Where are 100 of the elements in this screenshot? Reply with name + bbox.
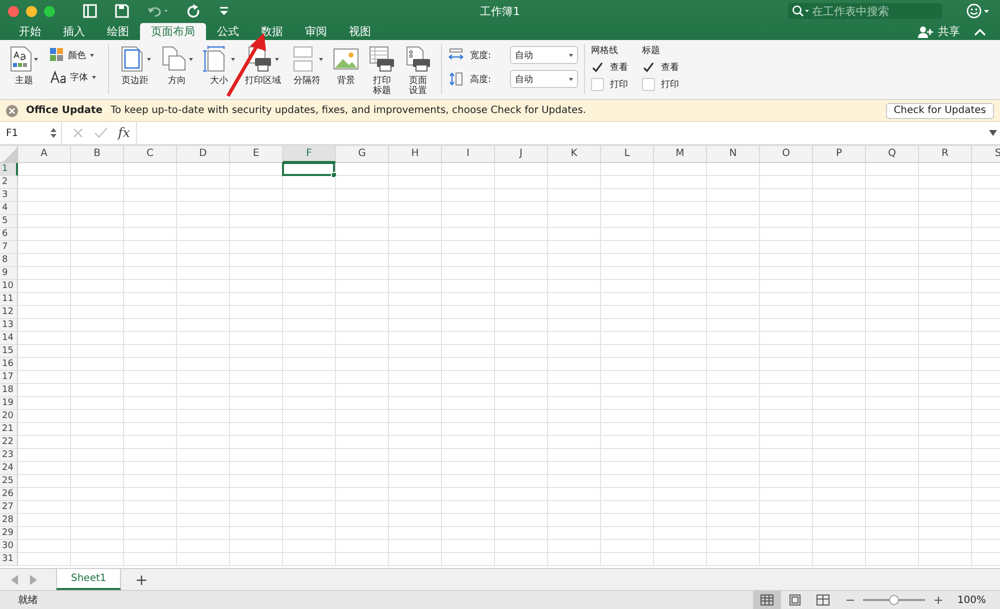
- undo-icon[interactable]: [147, 4, 169, 18]
- print-titles-button[interactable]: 打印标题: [365, 44, 399, 96]
- column-header[interactable]: I: [442, 146, 495, 163]
- column-header[interactable]: Q: [866, 146, 919, 163]
- row-header[interactable]: 26: [0, 488, 18, 501]
- row-header[interactable]: 6: [0, 228, 18, 241]
- ribbon-tab[interactable]: 视图: [338, 23, 382, 40]
- ribbon-tab[interactable]: 插入: [52, 23, 96, 40]
- insert-function-button[interactable]: fx: [118, 126, 130, 140]
- column-header[interactable]: K: [548, 146, 601, 163]
- row-header[interactable]: 17: [0, 371, 18, 384]
- name-box[interactable]: F1: [0, 122, 62, 144]
- ribbon-tab[interactable]: 绘图: [96, 23, 140, 40]
- row-header[interactable]: 1: [0, 163, 18, 176]
- row-header[interactable]: 3: [0, 189, 18, 202]
- row-header[interactable]: 2: [0, 176, 18, 189]
- zoom-button[interactable]: [44, 6, 55, 16]
- row-header[interactable]: 23: [0, 449, 18, 462]
- confirm-icon[interactable]: [94, 127, 108, 139]
- row-header[interactable]: 4: [0, 202, 18, 215]
- row-header[interactable]: 15: [0, 345, 18, 358]
- scale-dropdown[interactable]: 自动: [510, 70, 578, 88]
- row-header[interactable]: 30: [0, 540, 18, 553]
- zoom-in-button[interactable]: +: [933, 593, 944, 607]
- ribbon-tab[interactable]: 审阅: [294, 23, 338, 40]
- row-header[interactable]: 25: [0, 475, 18, 488]
- checkbox[interactable]: [591, 61, 604, 74]
- fonts-button[interactable]: 字体: [50, 70, 96, 84]
- row-header[interactable]: 28: [0, 514, 18, 527]
- row-header[interactable]: 31: [0, 553, 18, 566]
- page-setup-button[interactable]: 页面设置: [401, 44, 435, 96]
- share-button[interactable]: 共享: [918, 23, 960, 40]
- row-header[interactable]: 13: [0, 319, 18, 332]
- row-header[interactable]: 8: [0, 254, 18, 267]
- column-header[interactable]: M: [654, 146, 707, 163]
- row-header[interactable]: 24: [0, 462, 18, 475]
- row-header[interactable]: 19: [0, 397, 18, 410]
- print-area-button[interactable]: 打印区域: [241, 44, 285, 86]
- row-header[interactable]: 21: [0, 423, 18, 436]
- sidebar-icon[interactable]: [83, 4, 97, 18]
- close-button[interactable]: [8, 6, 19, 16]
- column-header[interactable]: A: [18, 146, 71, 163]
- breaks-button[interactable]: 分隔符: [287, 44, 327, 86]
- cancel-icon[interactable]: [72, 127, 84, 139]
- column-header[interactable]: G: [336, 146, 389, 163]
- row-header[interactable]: 27: [0, 501, 18, 514]
- zoom-out-button[interactable]: −: [845, 593, 856, 607]
- row-header[interactable]: 20: [0, 410, 18, 423]
- column-header[interactable]: D: [177, 146, 230, 163]
- column-header[interactable]: P: [813, 146, 866, 163]
- dismiss-icon[interactable]: [6, 104, 18, 116]
- expand-caret-icon[interactable]: [989, 130, 997, 136]
- next-sheet-icon[interactable]: [28, 574, 38, 584]
- row-header[interactable]: 5: [0, 215, 18, 228]
- row-header[interactable]: 14: [0, 332, 18, 345]
- column-header[interactable]: H: [389, 146, 442, 163]
- row-header[interactable]: 9: [0, 267, 18, 280]
- collapse-ribbon-icon[interactable]: [974, 27, 986, 37]
- row-header[interactable]: 11: [0, 293, 18, 306]
- ribbon-tab[interactable]: 页面布局: [140, 23, 206, 40]
- size-button[interactable]: 大小: [199, 44, 239, 86]
- search-icon: [792, 5, 810, 17]
- check-for-updates-button[interactable]: Check for Updates: [886, 102, 994, 118]
- minimize-button[interactable]: [26, 6, 37, 16]
- row-header[interactable]: 22: [0, 436, 18, 449]
- background-button[interactable]: 背景: [329, 44, 363, 86]
- column-header[interactable]: O: [760, 146, 813, 163]
- row-header[interactable]: 29: [0, 527, 18, 540]
- scale-dropdown[interactable]: 自动: [510, 46, 578, 64]
- customize-caret-icon[interactable]: [219, 4, 229, 18]
- column-header[interactable]: E: [230, 146, 283, 163]
- ribbon-tab[interactable]: 公式: [206, 23, 250, 40]
- column-header[interactable]: R: [919, 146, 972, 163]
- column-header[interactable]: L: [601, 146, 654, 163]
- column-header[interactable]: C: [124, 146, 177, 163]
- orientation-button[interactable]: 方向: [157, 44, 197, 86]
- row-header[interactable]: 12: [0, 306, 18, 319]
- colors-button[interactable]: 颜色: [50, 48, 96, 62]
- ribbon-tab[interactable]: 开始: [8, 23, 52, 40]
- sheet-tab[interactable]: Sheet1: [56, 569, 122, 590]
- row-header[interactable]: 16: [0, 358, 18, 371]
- column-header[interactable]: J: [495, 146, 548, 163]
- save-icon[interactable]: [115, 4, 129, 18]
- row-header[interactable]: 18: [0, 384, 18, 397]
- column-header[interactable]: B: [71, 146, 124, 163]
- checkbox[interactable]: [642, 61, 655, 74]
- row-header[interactable]: 7: [0, 241, 18, 254]
- smiley-icon[interactable]: [966, 3, 992, 19]
- margins-button[interactable]: 页边距: [115, 44, 155, 86]
- column-header[interactable]: F: [283, 146, 336, 163]
- theme-button[interactable]: 主题: [6, 44, 42, 86]
- add-sheet-button[interactable]: +: [129, 570, 154, 588]
- column-header[interactable]: N: [707, 146, 760, 163]
- normal-view-button[interactable]: [753, 591, 782, 609]
- row-header[interactable]: 10: [0, 280, 18, 293]
- redo-icon[interactable]: [187, 4, 201, 18]
- search-field[interactable]: 在工作表中搜索: [788, 3, 942, 19]
- select-all-icon[interactable]: [3, 148, 17, 162]
- zoom-slider-thumb[interactable]: [889, 595, 900, 605]
- previous-sheet-icon[interactable]: [10, 574, 20, 584]
